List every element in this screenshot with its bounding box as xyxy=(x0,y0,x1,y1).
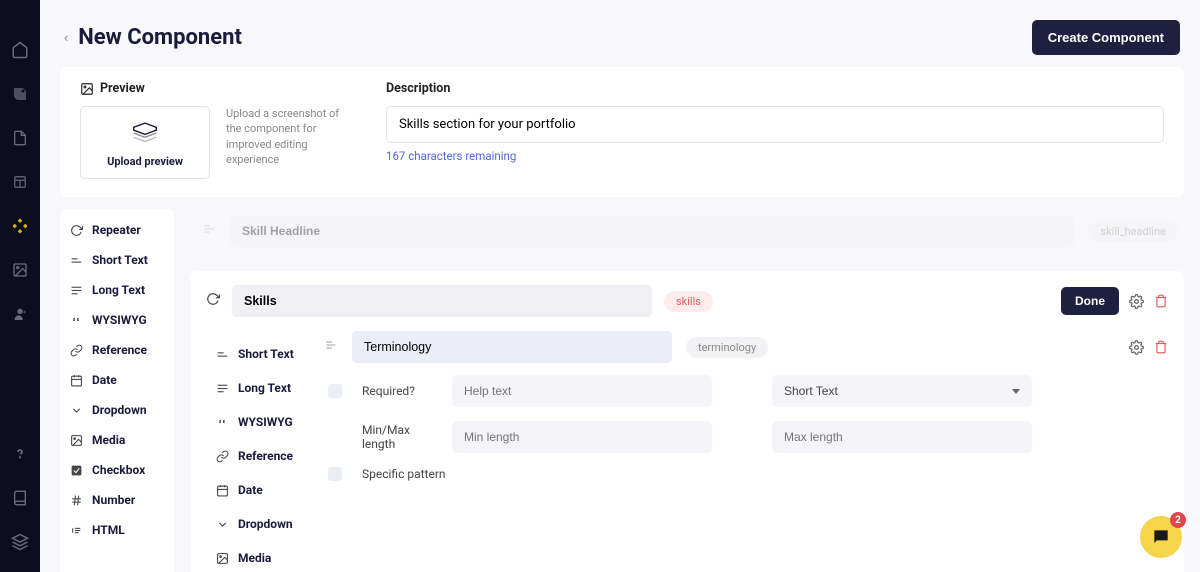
field-row-disabled: skill_headline xyxy=(190,209,1184,253)
palette-item-reference[interactable]: Reference xyxy=(60,335,174,365)
checkbox-icon xyxy=(70,464,84,477)
upload-preview-label: Upload preview xyxy=(81,155,209,168)
chat-badge: 2 xyxy=(1170,512,1186,528)
table-icon[interactable] xyxy=(10,172,30,192)
trash-icon[interactable] xyxy=(1154,340,1168,354)
page-title: New Component xyxy=(78,25,242,50)
short-icon xyxy=(216,348,230,361)
page-header: ‹ New Component Create Component xyxy=(60,0,1184,67)
chat-bubble[interactable]: 2 xyxy=(1140,516,1182,558)
required-label: Required? xyxy=(362,384,432,398)
palette-item-html[interactable]: HTML xyxy=(60,515,174,545)
back-chevron-icon[interactable]: ‹ xyxy=(64,30,68,46)
meta-card: Preview Upload preview Upload a screensh… xyxy=(60,67,1184,197)
palette-item-short-text[interactable]: Short Text xyxy=(206,337,306,371)
drag-icon xyxy=(202,223,216,239)
repeat-icon xyxy=(206,292,220,310)
palette-item-date[interactable]: Date xyxy=(60,365,174,395)
nested-field-name-input[interactable] xyxy=(352,331,672,363)
active-field-card: skills Done Short TextLong TextWYSIWYGRe… xyxy=(190,271,1184,572)
image-icon xyxy=(216,552,230,565)
hash-icon xyxy=(70,494,84,507)
palette-item-long-text[interactable]: Long Text xyxy=(60,275,174,305)
palette-item-media[interactable]: Media xyxy=(206,541,306,572)
pattern-label: Specific pattern xyxy=(362,467,462,481)
description-input[interactable] xyxy=(386,106,1164,143)
help-text-input[interactable] xyxy=(452,375,712,407)
layers-icon[interactable] xyxy=(10,532,30,552)
field-type-select[interactable]: Short Text xyxy=(772,375,1032,407)
book-icon[interactable] xyxy=(10,488,30,508)
nested-field-editor: terminology xyxy=(324,331,1168,572)
active-field-slug: skills xyxy=(664,291,713,312)
done-button[interactable]: Done xyxy=(1061,287,1119,315)
create-component-button[interactable]: Create Component xyxy=(1032,20,1180,55)
chevron-down-icon xyxy=(216,518,230,531)
image-icon xyxy=(70,434,84,447)
upload-preview-button[interactable]: Upload preview xyxy=(80,106,210,179)
document-icon[interactable] xyxy=(10,128,30,148)
min-length-input[interactable] xyxy=(452,421,712,453)
quote-icon xyxy=(216,416,230,429)
upload-hint: Upload a screenshot of the component for… xyxy=(226,106,346,179)
palette-item-date[interactable]: Date xyxy=(206,473,306,507)
palette-item-number[interactable]: Number xyxy=(60,485,174,515)
chevron-down-icon xyxy=(70,404,84,417)
nested-field-slug: terminology xyxy=(686,337,768,358)
link-icon xyxy=(70,344,84,357)
required-checkbox[interactable] xyxy=(328,384,342,398)
link-icon xyxy=(216,450,230,463)
pattern-checkbox[interactable] xyxy=(328,467,342,481)
drag-icon[interactable] xyxy=(324,339,338,355)
users-icon[interactable] xyxy=(10,304,30,324)
palette-item-wysiwyg[interactable]: WYSIWYG xyxy=(60,305,174,335)
field-palette: RepeaterShort TextLong TextWYSIWYGRefere… xyxy=(60,209,174,572)
app-sidebar xyxy=(0,0,40,572)
gear-icon[interactable] xyxy=(1129,340,1144,355)
palette-item-checkbox[interactable]: Checkbox xyxy=(60,455,174,485)
minmax-label: Min/Max length xyxy=(362,423,432,451)
calendar-icon xyxy=(70,374,84,387)
image-icon[interactable] xyxy=(10,260,30,280)
palette-item-short-text[interactable]: Short Text xyxy=(60,245,174,275)
palette-item-reference[interactable]: Reference xyxy=(206,439,306,473)
palette-item-long-text[interactable]: Long Text xyxy=(206,371,306,405)
palette-item-media[interactable]: Media xyxy=(60,425,174,455)
home-icon[interactable] xyxy=(10,40,30,60)
calendar-icon xyxy=(216,484,230,497)
palette-item-repeater[interactable]: Repeater xyxy=(60,215,174,245)
disabled-field-name xyxy=(230,215,1074,247)
quote-icon xyxy=(70,314,84,327)
short-icon xyxy=(70,254,84,267)
blog-icon[interactable] xyxy=(10,84,30,104)
description-label: Description xyxy=(386,81,1164,96)
disabled-field-slug: skill_headline xyxy=(1088,221,1178,242)
palette-item-dropdown[interactable]: Dropdown xyxy=(206,507,306,541)
code-icon xyxy=(70,524,84,537)
palette-item-wysiwyg[interactable]: WYSIWYG xyxy=(206,405,306,439)
long-icon xyxy=(70,284,84,297)
nested-field-palette: Short TextLong TextWYSIWYGReferenceDateD… xyxy=(206,331,306,572)
components-icon[interactable] xyxy=(10,216,30,236)
chars-remaining: 167 characters remaining xyxy=(386,149,1164,163)
gear-icon[interactable] xyxy=(1129,294,1144,309)
palette-item-dropdown[interactable]: Dropdown xyxy=(60,395,174,425)
max-length-input[interactable] xyxy=(772,421,1032,453)
trash-icon[interactable] xyxy=(1154,294,1168,308)
preview-label: Preview xyxy=(80,81,346,96)
help-icon[interactable] xyxy=(10,444,30,464)
active-field-name-input[interactable] xyxy=(232,285,652,317)
repeat-icon xyxy=(70,224,84,237)
long-icon xyxy=(216,382,230,395)
